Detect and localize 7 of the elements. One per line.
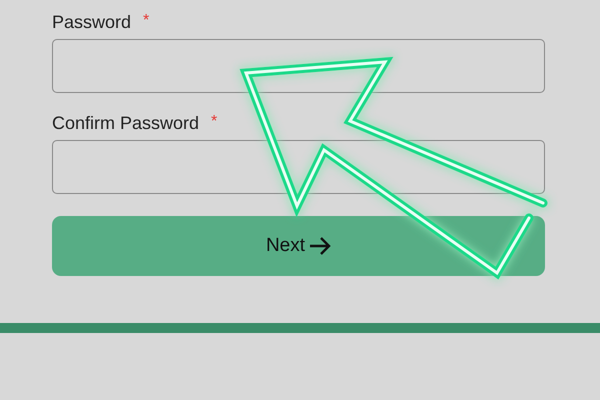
field-label: Password	[52, 12, 132, 33]
password-field[interactable]	[52, 39, 545, 93]
arrow-icon	[309, 237, 332, 255]
next-button[interactable]: Next	[52, 216, 545, 276]
required-mark: *	[211, 113, 218, 131]
required-mark: *	[143, 12, 150, 30]
field-label: Confirm Password	[52, 113, 200, 134]
